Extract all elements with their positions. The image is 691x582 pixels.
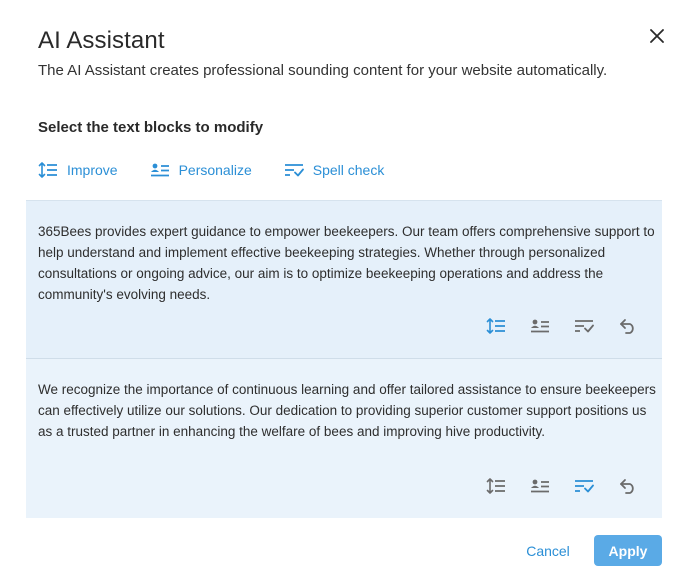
- personalize-icon: [531, 479, 549, 493]
- spell-check-icon: [575, 320, 594, 333]
- spell-check-icon: [575, 480, 594, 493]
- block-improve-button[interactable]: [484, 314, 508, 338]
- dialog-subtitle: The AI Assistant creates professional so…: [38, 62, 608, 79]
- spell-check-label: Spell check: [312, 162, 385, 178]
- block-spell-check-button[interactable]: [572, 474, 596, 498]
- dialog-title: AI Assistant: [38, 27, 165, 54]
- personalize-icon: [531, 319, 549, 333]
- close-icon: [650, 29, 664, 43]
- improve-all-button[interactable]: Improve: [38, 158, 118, 182]
- spell-check-icon: [284, 164, 304, 177]
- text-block-content: We recognize the importance of continuou…: [38, 382, 656, 439]
- block-toolbar: [464, 314, 640, 338]
- block-personalize-button[interactable]: [528, 474, 552, 498]
- improve-icon: [486, 478, 505, 494]
- personalize-label: Personalize: [178, 162, 252, 178]
- block-personalize-button[interactable]: [528, 314, 552, 338]
- close-button[interactable]: [646, 25, 668, 47]
- ai-assistant-dialog: AI Assistant The AI Assistant creates pr…: [0, 0, 691, 582]
- personalize-icon: [150, 163, 169, 177]
- action-toolbar: Improve Personalize Spell check: [38, 158, 416, 182]
- improve-label: Improve: [67, 162, 118, 178]
- improve-icon: [38, 162, 57, 178]
- spell-check-all-button[interactable]: Spell check: [284, 158, 385, 182]
- improve-icon: [486, 318, 505, 334]
- block-toolbar: [464, 474, 640, 498]
- personalize-all-button[interactable]: Personalize: [150, 158, 252, 182]
- undo-icon: [620, 479, 634, 494]
- text-block-list: 365Bees provides expert guidance to empo…: [26, 200, 662, 519]
- text-block[interactable]: We recognize the importance of continuou…: [26, 359, 662, 518]
- block-undo-button[interactable]: [616, 314, 640, 338]
- undo-icon: [620, 319, 634, 334]
- block-undo-button[interactable]: [616, 474, 640, 498]
- block-improve-button[interactable]: [484, 474, 508, 498]
- section-label: Select the text blocks to modify: [38, 119, 264, 136]
- apply-button[interactable]: Apply: [594, 535, 662, 566]
- block-spell-check-button[interactable]: [572, 314, 596, 338]
- text-block-content: 365Bees provides expert guidance to empo…: [38, 224, 655, 302]
- text-block[interactable]: 365Bees provides expert guidance to empo…: [26, 201, 662, 359]
- cancel-button[interactable]: Cancel: [518, 537, 578, 565]
